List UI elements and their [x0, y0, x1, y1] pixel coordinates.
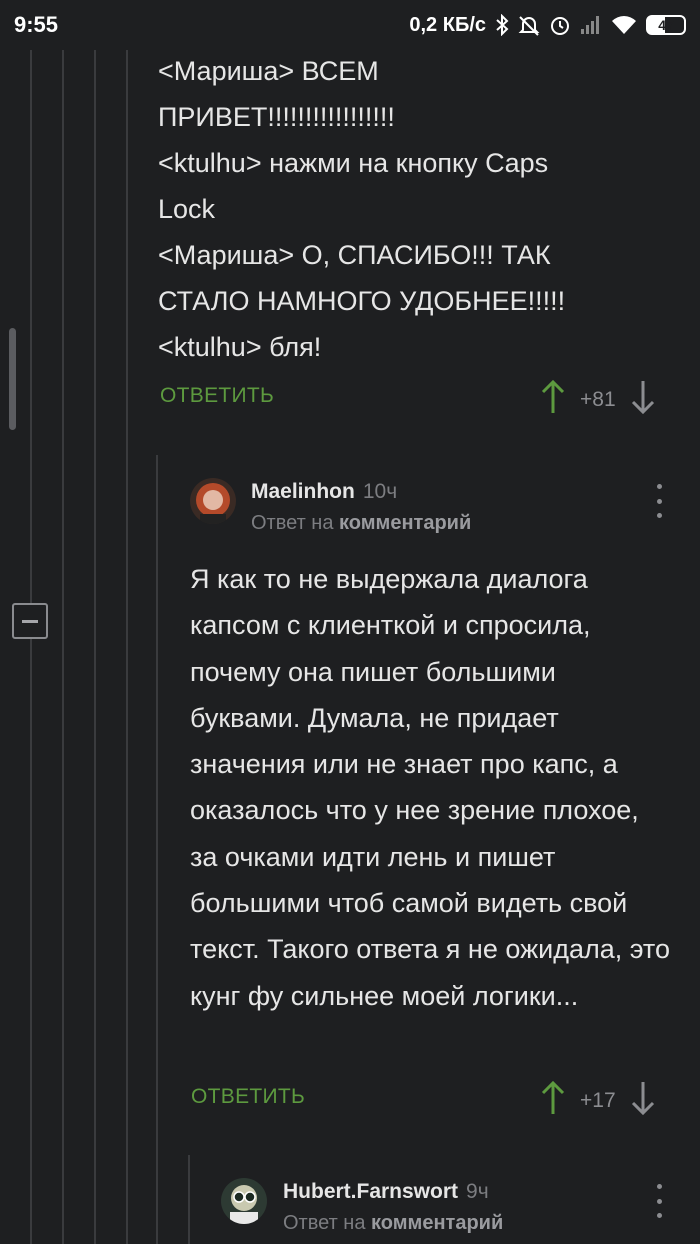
- alarm-icon: [549, 14, 571, 36]
- more-icon[interactable]: [654, 484, 664, 518]
- vote-controls: +17: [540, 1080, 656, 1120]
- reply-button[interactable]: ОТВЕТИТЬ: [160, 384, 274, 408]
- collapse-icon[interactable]: [12, 603, 48, 639]
- bluetooth-icon: [495, 14, 509, 36]
- comment-actions: ОТВЕТИТЬ: [191, 1085, 305, 1109]
- thread-line: [62, 50, 64, 1244]
- status-icons: 0,2 КБ/с 47: [409, 14, 686, 37]
- comment-author[interactable]: Hubert.Farnswort 9ч: [283, 1180, 489, 1204]
- reply-target-link[interactable]: комментарий: [371, 1212, 503, 1234]
- reply-to-label: Ответ на комментарий: [251, 512, 471, 535]
- reply-to-label: Ответ на комментарий: [283, 1212, 503, 1235]
- comment-body: Я как то не выдержала диалога капсом с к…: [190, 564, 671, 1011]
- thread-line: [188, 1155, 190, 1244]
- status-bar: 9:55 0,2 КБ/с 47: [0, 0, 700, 50]
- dnd-icon: [518, 14, 540, 36]
- avatar[interactable]: [221, 1178, 267, 1224]
- more-icon[interactable]: [654, 1184, 664, 1218]
- battery-level: 47: [658, 17, 674, 33]
- battery-icon: 47: [646, 15, 686, 35]
- thread-line: [30, 50, 32, 1244]
- comment-body: <Мариша> ВСЕМ ПРИВЕТ!!!!!!!!!!!!!!!!! <k…: [158, 56, 566, 362]
- score: +17: [580, 1088, 616, 1112]
- vote-controls: +81: [540, 379, 656, 419]
- comment-time: 10ч: [362, 480, 398, 503]
- reply-target-link[interactable]: комментарий: [339, 512, 471, 534]
- avatar[interactable]: [190, 478, 236, 524]
- thread-line: [156, 455, 158, 1244]
- clock: 9:55: [14, 12, 59, 37]
- thread-line: [94, 50, 96, 1244]
- comment-time: 9ч: [466, 1180, 489, 1203]
- scrollbar[interactable]: [9, 328, 16, 430]
- downvote-icon[interactable]: [630, 380, 656, 419]
- score: +81: [580, 387, 616, 411]
- author-name[interactable]: Hubert.Farnswort: [283, 1180, 458, 1203]
- reply-prefix: Ответ на: [283, 1212, 366, 1234]
- comment-author[interactable]: Maelinhon 10ч: [251, 480, 397, 504]
- reply-prefix: Ответ на: [251, 512, 334, 534]
- thread-line: [126, 50, 128, 1244]
- downvote-icon[interactable]: [630, 1081, 656, 1120]
- signal-icon: [580, 15, 602, 35]
- upvote-icon[interactable]: [540, 379, 566, 419]
- author-name[interactable]: Maelinhon: [251, 480, 355, 503]
- upvote-icon[interactable]: [540, 1080, 566, 1120]
- wifi-icon: [611, 15, 637, 35]
- reply-button[interactable]: ОТВЕТИТЬ: [191, 1085, 305, 1109]
- network-speed: 0,2 КБ/с: [409, 13, 486, 36]
- comment-actions: ОТВЕТИТЬ: [160, 384, 274, 408]
